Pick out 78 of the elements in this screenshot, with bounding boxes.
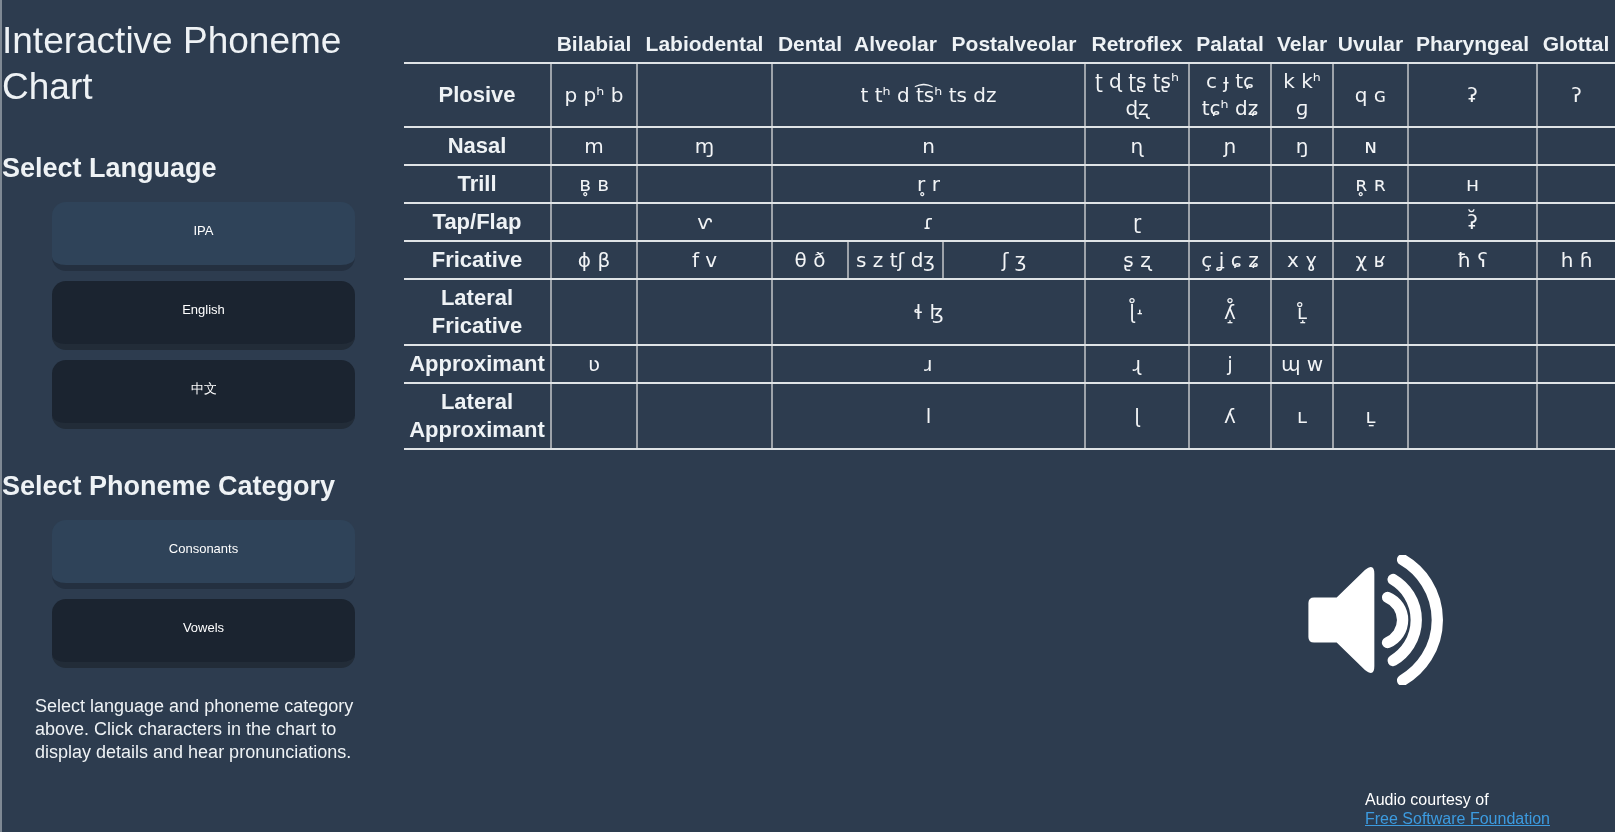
column-header: Glottal <box>1537 25 1615 63</box>
credit-link[interactable]: Free Software Foundation <box>1365 810 1550 827</box>
phoneme-cell[interactable]: n <box>772 127 1085 165</box>
column-header: Uvular <box>1333 25 1408 63</box>
phoneme-cell[interactable]: h ɦ <box>1537 241 1615 279</box>
language-button[interactable]: English <box>52 281 355 350</box>
phoneme-cell[interactable]: s z tʃ dʒ <box>848 241 943 279</box>
row-header: Plosive <box>404 63 551 127</box>
category-button[interactable]: Vowels <box>52 599 355 668</box>
phoneme-cell[interactable]: ɭ <box>1085 383 1189 449</box>
phoneme-cell[interactable]: ç ʝ ɕ ʑ <box>1189 241 1271 279</box>
column-header: Retroflex <box>1085 25 1189 63</box>
phoneme-cell[interactable]: ħ ʕ <box>1408 241 1537 279</box>
column-header: Labiodental <box>637 25 772 63</box>
phoneme-cell[interactable]: ɱ <box>637 127 772 165</box>
column-header: Dental <box>772 25 848 63</box>
phoneme-cell[interactable]: q ɢ <box>1333 63 1408 127</box>
column-header: Postalveolar <box>943 25 1085 63</box>
column-header: Pharyngeal <box>1408 25 1537 63</box>
phoneme-cell[interactable]: ʡ̆ <box>1408 203 1537 241</box>
phoneme-cell[interactable]: ʔ <box>1537 63 1615 127</box>
phoneme-cell[interactable]: ʟ̠ <box>1333 383 1408 449</box>
phoneme-cell[interactable]: f v <box>637 241 772 279</box>
phoneme-cell[interactable]: ʎ <box>1189 383 1271 449</box>
phoneme-cell[interactable]: θ ð <box>772 241 848 279</box>
phoneme-cell[interactable]: j <box>1189 345 1271 383</box>
phoneme-cell[interactable]: ʈ ɖ ʈʂ ʈʂʰ ɖʐ <box>1085 63 1189 127</box>
phoneme-cell[interactable]: x ɣ <box>1271 241 1333 279</box>
phoneme-cell[interactable]: ʃ ʒ <box>943 241 1085 279</box>
category-button[interactable]: Consonants <box>52 520 355 589</box>
phoneme-cell[interactable]: ɬ ɮ <box>772 279 1085 345</box>
phoneme-cell[interactable]: ʙ̥ ʙ <box>551 165 637 203</box>
phoneme-cell[interactable]: ɻ <box>1085 345 1189 383</box>
column-header: Bilabial <box>551 25 637 63</box>
row-header: Lateral Approximant <box>404 383 551 449</box>
phoneme-cell[interactable]: ɴ <box>1333 127 1408 165</box>
phoneme-cell[interactable]: ʂ ʐ <box>1085 241 1189 279</box>
phoneme-cell[interactable]: ʎ̝̊ <box>1189 279 1271 345</box>
phoneme-cell[interactable]: ʜ <box>1408 165 1537 203</box>
language-button[interactable]: IPA <box>52 202 355 271</box>
phoneme-cell[interactable]: ɳ <box>1085 127 1189 165</box>
phoneme-cell[interactable]: ʡ <box>1408 63 1537 127</box>
phoneme-cell[interactable]: χ ʁ <box>1333 241 1408 279</box>
phoneme-cell[interactable]: ʟ <box>1271 383 1333 449</box>
row-header: Lateral Fricative <box>404 279 551 345</box>
phoneme-cell[interactable]: ɽ <box>1085 203 1189 241</box>
row-header: Trill <box>404 165 551 203</box>
section-heading: Select Language <box>2 152 217 184</box>
phoneme-cell[interactable]: ʀ̥ ʀ <box>1333 165 1408 203</box>
phoneme-cell[interactable]: ɲ <box>1189 127 1271 165</box>
column-header: Palatal <box>1189 25 1271 63</box>
column-header: Alveolar <box>848 25 943 63</box>
column-header: Velar <box>1271 25 1333 63</box>
phoneme-cell[interactable]: ⱱ <box>637 203 772 241</box>
row-header: Nasal <box>404 127 551 165</box>
phoneme-cell[interactable]: ŋ <box>1271 127 1333 165</box>
phoneme-cell[interactable]: ɹ <box>772 345 1085 383</box>
audio-credit: Audio courtesy of Free Software Foundation <box>1365 790 1551 828</box>
row-header: Tap/Flap <box>404 203 551 241</box>
phoneme-cell[interactable]: ɰ w <box>1271 345 1333 383</box>
phoneme-cell[interactable]: ɸ β <box>551 241 637 279</box>
section-heading: Select Phoneme Category <box>2 470 336 502</box>
phoneme-cell[interactable]: t tʰ d t͡sʰ ts dz <box>772 63 1085 127</box>
phoneme-cell[interactable]: ʋ <box>551 345 637 383</box>
instructions-text: Select language and phoneme category above. Click characters in the chart to display details and hear pronunciations. <box>35 695 355 764</box>
row-header: Approximant <box>404 345 551 383</box>
app-title: Interactive Phoneme Chart <box>2 19 343 109</box>
phoneme-cell[interactable]: k kʰ ɡ <box>1271 63 1333 127</box>
row-header: Fricative <box>404 241 551 279</box>
phoneme-cell[interactable]: p pʰ b <box>551 63 637 127</box>
phoneme-cell[interactable]: l <box>772 383 1085 449</box>
language-button[interactable]: 中文 <box>52 360 355 429</box>
phoneme-cell[interactable]: ɾ <box>772 203 1085 241</box>
phoneme-cell[interactable]: ɭ̊˔ <box>1085 279 1189 345</box>
phoneme-cell[interactable]: ʟ̝̊ <box>1271 279 1333 345</box>
phoneme-cell[interactable]: m <box>551 127 637 165</box>
phoneme-cell[interactable]: c ɟ tɕ tɕʰ dʑ <box>1189 63 1271 127</box>
phoneme-cell[interactable]: r̥ r <box>772 165 1085 203</box>
